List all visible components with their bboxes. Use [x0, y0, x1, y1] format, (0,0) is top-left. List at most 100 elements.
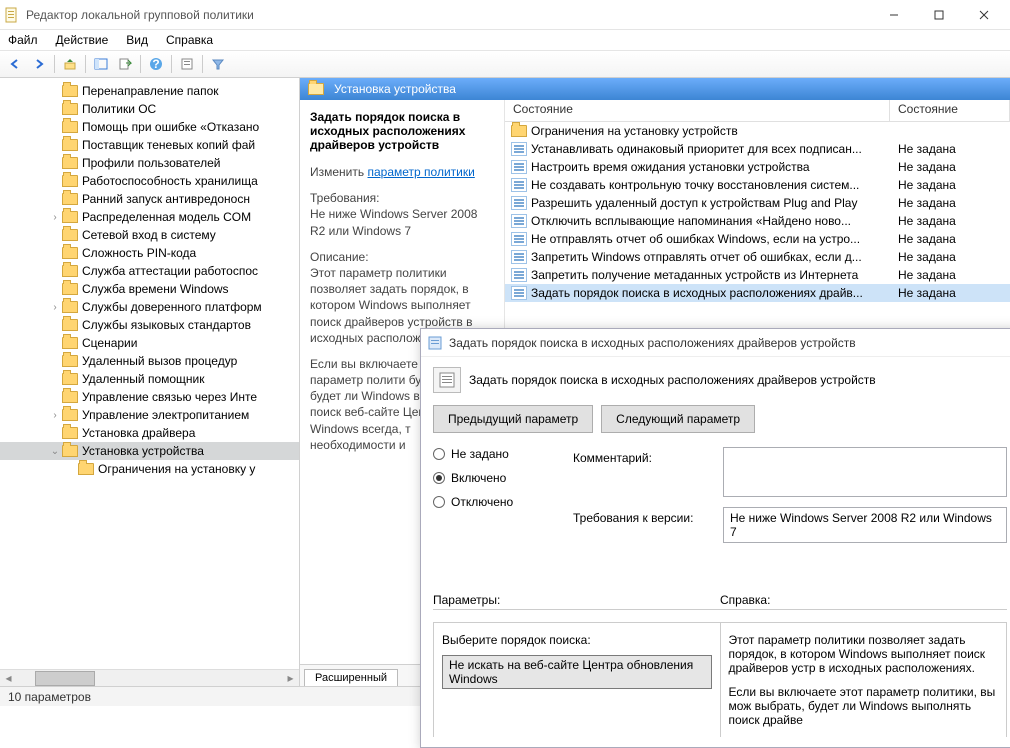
list-row[interactable]: Не отправлять отчет об ошибках Windows, … [505, 230, 1010, 248]
next-setting-button[interactable]: Следующий параметр [601, 405, 755, 433]
option-label: Выберите порядок поиска: [442, 633, 712, 647]
setting-state: Не задана [890, 142, 1010, 156]
setting-name: Запретить Windows отправлять отчет об ош… [531, 250, 890, 264]
tree-item[interactable]: Службы языковых стандартов [0, 316, 299, 334]
tree-item[interactable]: Работоспособность хранилища [0, 172, 299, 190]
collapse-icon[interactable]: ⌄ [48, 446, 62, 457]
list-row[interactable]: Устанавливать одинаковый приоритет для в… [505, 140, 1010, 158]
tree-item[interactable]: Сценарии [0, 334, 299, 352]
list-row[interactable]: Настроить время ожидания установки устро… [505, 158, 1010, 176]
setting-name: Задать порядок поиска в исходных располо… [531, 286, 890, 300]
folder-icon [62, 265, 78, 277]
help-button[interactable]: ? [145, 53, 167, 75]
setting-large-icon [433, 367, 461, 393]
search-order-dropdown[interactable]: Не искать на веб-сайте Центра обновления… [442, 655, 712, 689]
tree-item[interactable]: Профили пользователей [0, 154, 299, 172]
setting-name: Не создавать контрольную точку восстанов… [531, 178, 890, 192]
folder-icon [62, 283, 78, 295]
svg-text:?: ? [152, 57, 159, 71]
list-row[interactable]: Не создавать контрольную точку восстанов… [505, 176, 1010, 194]
comment-input[interactable] [723, 447, 1007, 497]
list-row[interactable]: Запретить получение метаданных устройств… [505, 266, 1010, 284]
setting-state: Не задана [890, 250, 1010, 264]
params-heading: Параметры: [433, 593, 720, 610]
edit-policy-link[interactable]: параметр политики [367, 165, 474, 179]
radio-enabled[interactable]: Включено [433, 471, 553, 485]
tree-item-label: Сценарии [82, 336, 137, 350]
folder-icon [511, 125, 527, 137]
radio-disabled[interactable]: Отключено [433, 495, 553, 509]
column-state[interactable]: Состояние [890, 100, 1010, 121]
tree-item[interactable]: Поставщик теневых копий фай [0, 136, 299, 154]
tree-item[interactable]: ›Управление электропитанием [0, 406, 299, 424]
tree-item[interactable]: Перенаправление папок [0, 82, 299, 100]
tree-horizontal-scrollbar[interactable]: ◂▸ [0, 669, 299, 686]
tree-item[interactable]: Ограничения на установку у [0, 460, 299, 478]
list-row[interactable]: Разрешить удаленный доступ к устройствам… [505, 194, 1010, 212]
menu-file[interactable]: Файл [8, 33, 38, 47]
list-row[interactable]: Запретить Windows отправлять отчет об ош… [505, 248, 1010, 266]
tree-item[interactable]: Помощь при ошибке «Отказано [0, 118, 299, 136]
setting-icon [511, 196, 527, 210]
tree-item[interactable]: Ранний запуск антивредоносн [0, 190, 299, 208]
expand-icon[interactable]: › [48, 212, 62, 223]
menu-help[interactable]: Справка [166, 33, 213, 47]
list-row[interactable]: Ограничения на установку устройств [505, 122, 1010, 140]
tab-extended[interactable]: Расширенный [304, 669, 398, 686]
show-hide-tree-button[interactable] [90, 53, 112, 75]
menu-view[interactable]: Вид [126, 33, 148, 47]
column-name[interactable]: Состояние [505, 100, 890, 121]
tree-item[interactable]: Политики ОС [0, 100, 299, 118]
folder-icon [62, 355, 78, 367]
expand-icon[interactable]: › [48, 302, 62, 313]
expand-icon[interactable]: › [48, 410, 62, 421]
tree-item[interactable]: Сетевой вход в систему [0, 226, 299, 244]
tree-item[interactable]: ›Службы доверенного платформ [0, 298, 299, 316]
list-row[interactable]: Отключить всплывающие напоминания «Найде… [505, 212, 1010, 230]
list-row[interactable]: Задать порядок поиска в исходных располо… [505, 284, 1010, 302]
previous-setting-button[interactable]: Предыдущий параметр [433, 405, 593, 433]
menu-action[interactable]: Действие [56, 33, 109, 47]
radio-not-configured[interactable]: Не задано [433, 447, 553, 461]
category-header: Установка устройства [300, 78, 1010, 100]
tree-item[interactable]: Служба времени Windows [0, 280, 299, 298]
folder-icon [62, 337, 78, 349]
export-list-button[interactable] [114, 53, 136, 75]
setting-name: Разрешить удаленный доступ к устройствам… [531, 196, 890, 210]
minimize-button[interactable] [871, 0, 916, 30]
tree-item[interactable]: Удаленный помощник [0, 370, 299, 388]
app-icon [4, 7, 20, 23]
tree-item-label: Профили пользователей [82, 156, 220, 170]
setting-icon [511, 214, 527, 228]
tree-item-label: Ограничения на установку у [98, 462, 255, 476]
setting-state: Не задана [890, 286, 1010, 300]
forward-button[interactable] [28, 53, 50, 75]
properties-button[interactable] [176, 53, 198, 75]
back-button[interactable] [4, 53, 26, 75]
setting-icon [511, 250, 527, 264]
tree-item-label: Управление связью через Инте [82, 390, 257, 404]
folder-icon [62, 193, 78, 205]
close-button[interactable] [961, 0, 1006, 30]
tree-pane[interactable]: Перенаправление папокПолитики ОС Помощь п… [0, 78, 300, 686]
tree-item[interactable]: Удаленный вызов процедур [0, 352, 299, 370]
folder-icon [78, 463, 94, 475]
list-header[interactable]: Состояние Состояние [505, 100, 1010, 122]
maximize-button[interactable] [916, 0, 961, 30]
dialog-titlebar[interactable]: Задать порядок поиска в исходных располо… [421, 329, 1010, 357]
toolbar: ? [0, 50, 1010, 78]
tree-item[interactable]: Сложность PIN-кода [0, 244, 299, 262]
setting-icon [511, 142, 527, 156]
tree-item[interactable]: ›Распределенная модель COM [0, 208, 299, 226]
tree-item[interactable]: Установка драйвера [0, 424, 299, 442]
folder-icon [62, 391, 78, 403]
tree-item[interactable]: ⌄Установка устройства [0, 442, 299, 460]
filter-button[interactable] [207, 53, 229, 75]
tree-item[interactable]: Служба аттестации работоспос [0, 262, 299, 280]
tree-item[interactable]: Управление связью через Инте [0, 388, 299, 406]
setting-icon [511, 160, 527, 174]
up-button[interactable] [59, 53, 81, 75]
tree-item-label: Работоспособность хранилища [82, 174, 258, 188]
tree-item-label: Помощь при ошибке «Отказано [82, 120, 259, 134]
category-title: Установка устройства [334, 82, 456, 96]
